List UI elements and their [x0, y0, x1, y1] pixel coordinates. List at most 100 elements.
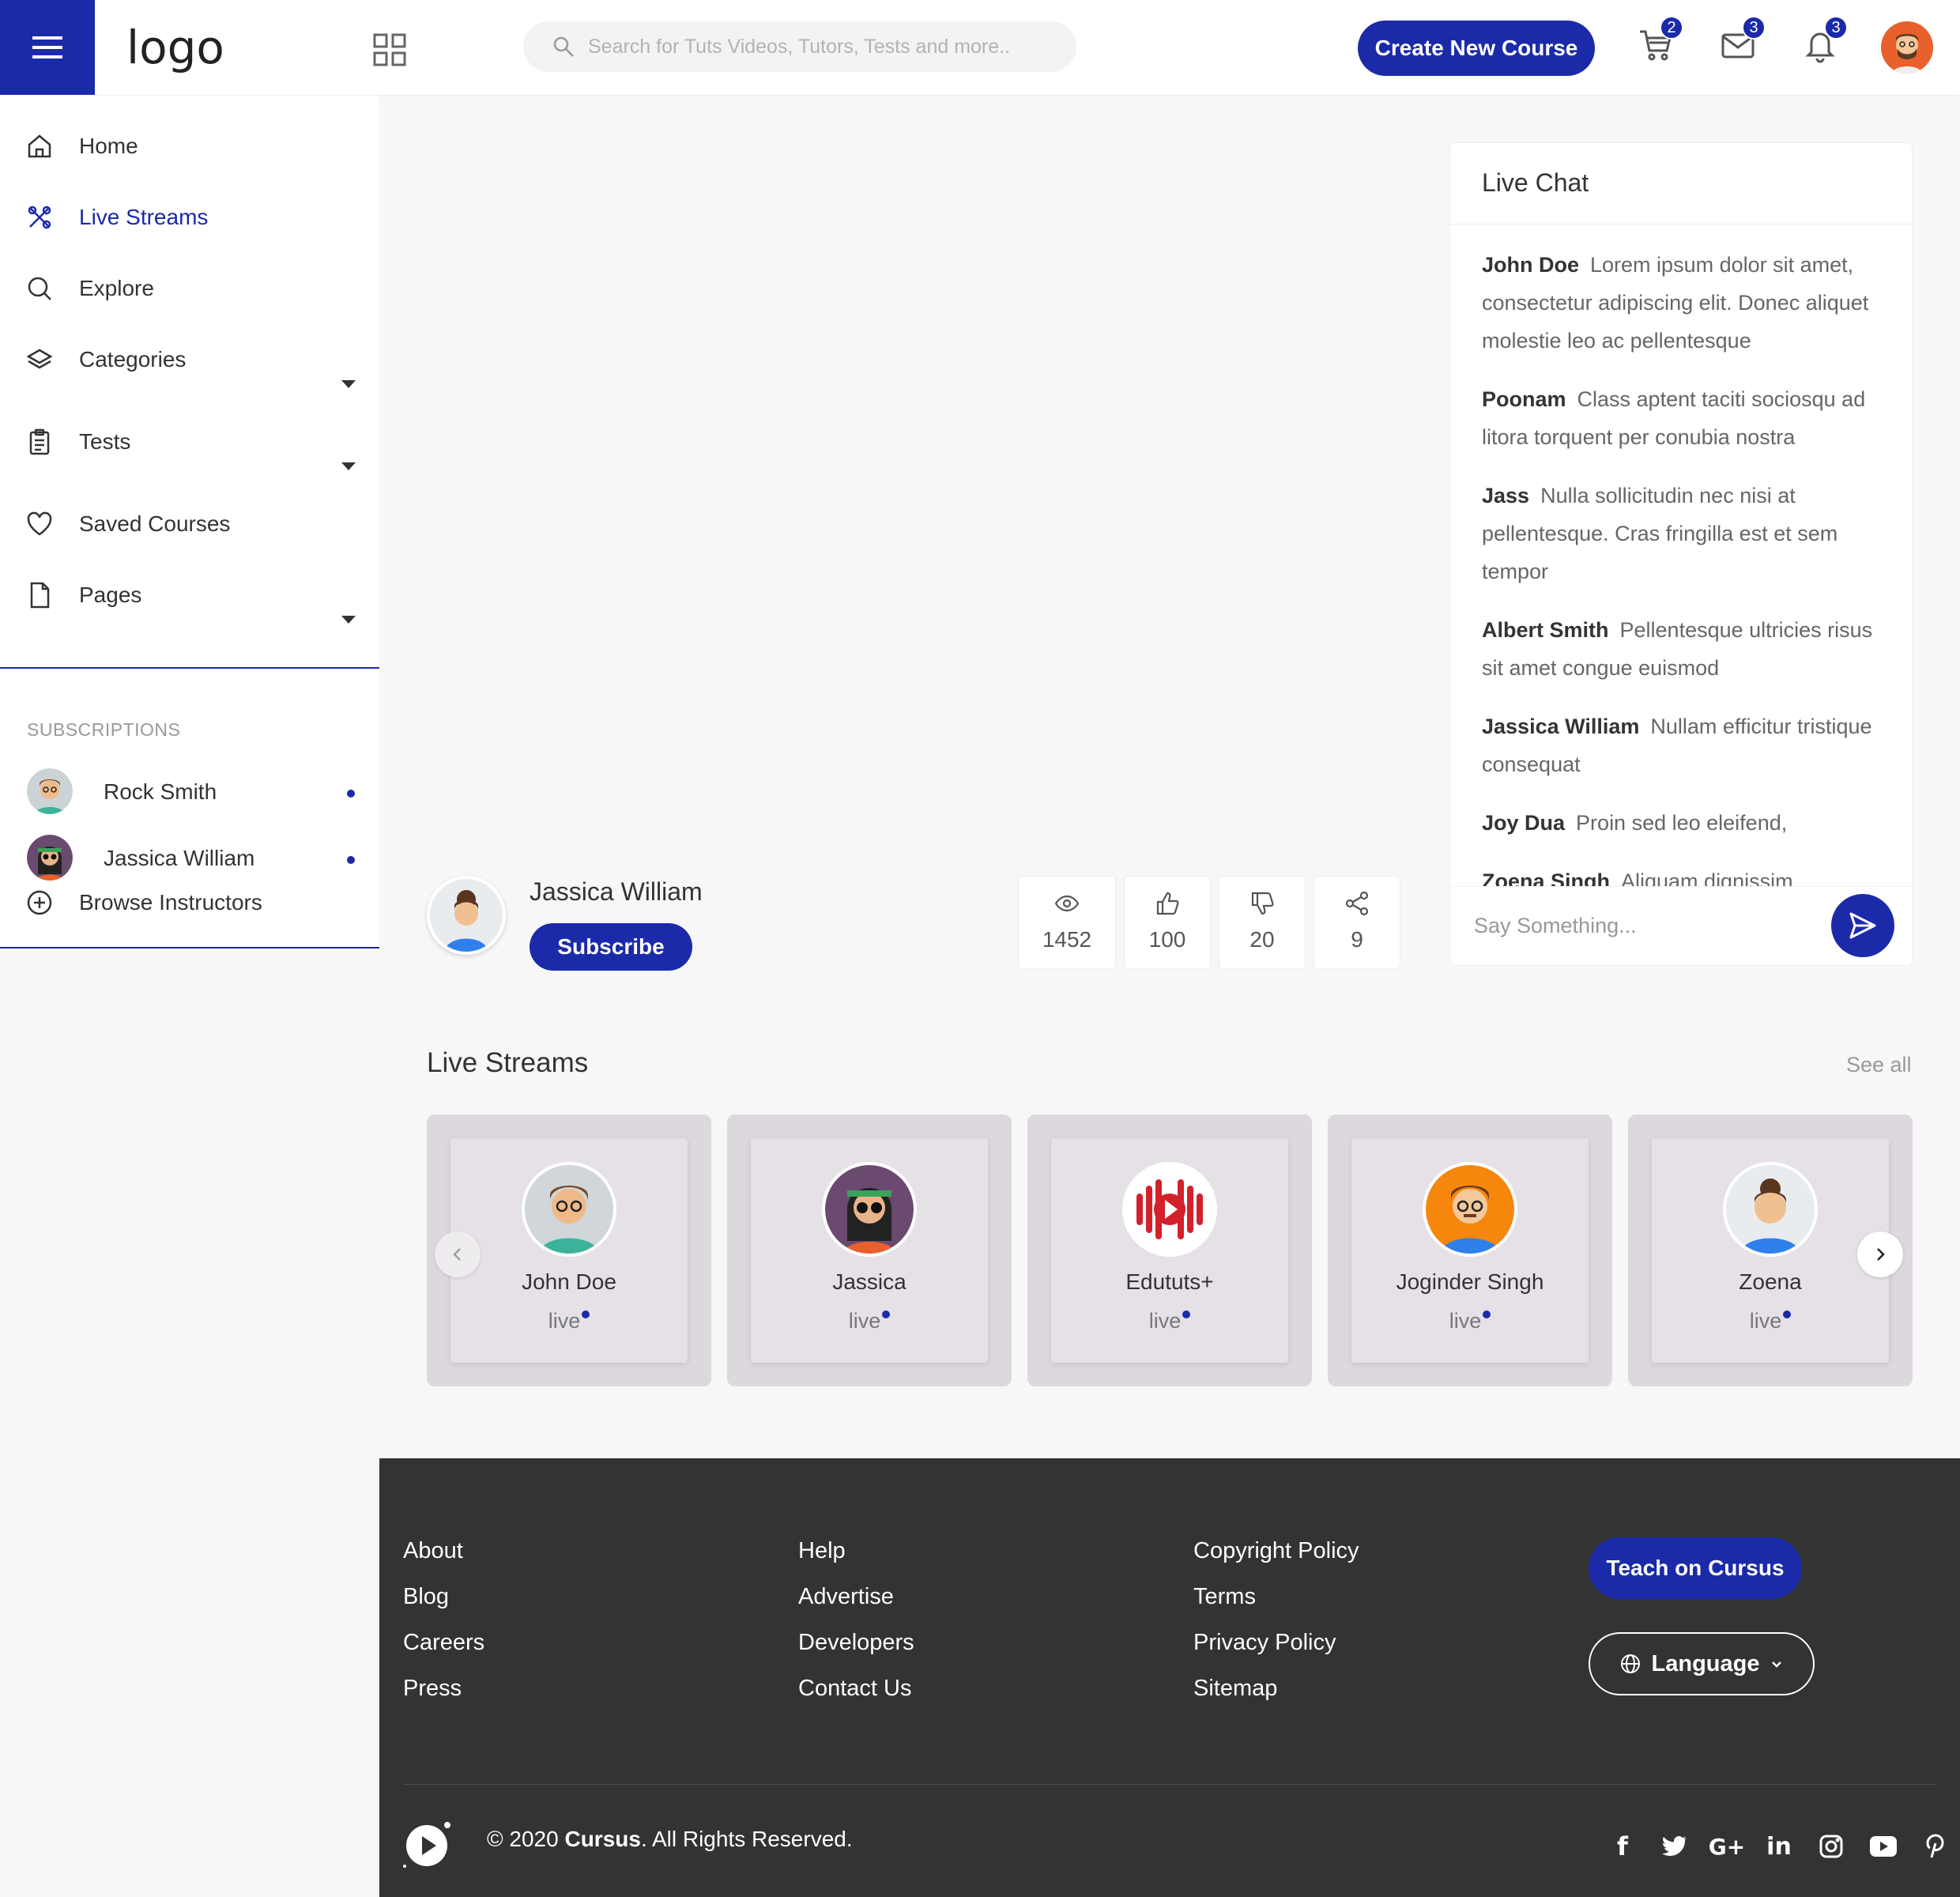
chat-user: John Doe — [1482, 253, 1580, 277]
footer-link-sitemap[interactable]: Sitemap — [1193, 1675, 1359, 1721]
sidebar-divider — [0, 947, 379, 948]
chat-message: Zoena Singh Aliquam dignissim — [1482, 862, 1893, 886]
sidebar-item-live-streams[interactable]: Live Streams — [0, 194, 379, 241]
card-body: Edututs+ live — [1051, 1138, 1288, 1363]
sidebar-item-tests[interactable]: Tests — [0, 418, 379, 470]
cursus-logo-icon[interactable] — [403, 1819, 454, 1869]
chat-user: Jass — [1482, 484, 1530, 507]
plus-circle-icon — [27, 890, 52, 915]
sidebar-item-saved-courses[interactable]: Saved Courses — [0, 500, 379, 548]
subscription-item[interactable]: Rock Smith — [0, 768, 379, 816]
live-dot — [1483, 1311, 1491, 1318]
apps-grid-icon[interactable] — [373, 33, 406, 70]
like-button[interactable]: 100 — [1124, 876, 1211, 969]
footer-link-help[interactable]: Help — [798, 1537, 914, 1583]
youtube-icon[interactable] — [1857, 1830, 1909, 1863]
streamer-avatar[interactable] — [427, 876, 506, 955]
carousel-next-button[interactable] — [1857, 1231, 1903, 1277]
messages-count-badge: 3 — [1742, 16, 1766, 40]
live-status: live — [1351, 1309, 1589, 1333]
footer-link-careers[interactable]: Careers — [403, 1629, 484, 1675]
sidebar-item-explore[interactable]: Explore — [0, 265, 379, 312]
pinterest-icon[interactable] — [1909, 1830, 1960, 1863]
chat-user: Albert Smith — [1482, 618, 1609, 642]
copyright-text: © 2020 Cursus. All Rights Reserved. — [487, 1827, 853, 1852]
subscription-item[interactable]: Jassica William — [0, 835, 379, 882]
chevron-down-icon[interactable] — [341, 616, 356, 624]
linkedin-icon[interactable]: in — [1753, 1830, 1805, 1863]
chevron-down-icon[interactable] — [341, 380, 356, 388]
chat-user: Poonam — [1482, 387, 1566, 411]
facebook-icon[interactable]: f — [1596, 1830, 1649, 1863]
card-name: Jassica — [832, 1269, 906, 1294]
card-name: Joginder Singh — [1396, 1269, 1544, 1294]
sidebar: Home Live Streams Explore Categories Tes… — [0, 95, 379, 948]
live-stream-card[interactable]: Jassica live — [727, 1114, 1012, 1386]
carousel-prev-button[interactable] — [435, 1231, 481, 1277]
sidebar-item-home[interactable]: Home — [0, 123, 379, 170]
subscribe-button[interactable]: Subscribe — [530, 923, 692, 971]
subscription-name: Jassica William — [104, 846, 255, 870]
card-name: Zoena — [1739, 1269, 1802, 1294]
footer-link-contact[interactable]: Contact Us — [798, 1675, 914, 1721]
chat-message: Albert Smith Pellentesque ultricies risus… — [1482, 611, 1893, 687]
dislike-button[interactable]: 20 — [1219, 876, 1306, 969]
footer-column: About Blog Careers Press — [403, 1537, 484, 1721]
home-icon — [28, 134, 51, 158]
google-plus-icon[interactable]: G+ — [1701, 1830, 1753, 1863]
live-status: live — [751, 1309, 988, 1333]
views-stat: 1452 — [1018, 876, 1116, 969]
chevron-down-icon — [1772, 1661, 1782, 1668]
footer-link-developers[interactable]: Developers — [798, 1629, 914, 1675]
subscription-name: Rock Smith — [104, 779, 217, 804]
see-all-link[interactable]: See all — [1846, 1053, 1912, 1077]
footer-link-privacy[interactable]: Privacy Policy — [1193, 1629, 1359, 1675]
chevron-left-icon — [453, 1248, 461, 1261]
search-input[interactable] — [588, 35, 1046, 58]
sidebar-item-categories[interactable]: Categories — [0, 336, 379, 388]
sidebar-item-pages[interactable]: Pages — [0, 571, 379, 624]
chat-text: Nulla sollicitudin nec nisi at pellentes… — [1482, 484, 1838, 583]
live-status-text: live — [548, 1309, 581, 1333]
chat-text: Proin sed leo eleifend, — [1576, 811, 1788, 835]
menu-toggle-button[interactable] — [0, 0, 95, 95]
notifications-button[interactable]: 3 — [1802, 16, 1848, 68]
live-chat-panel: Live Chat John Doe Lorem ipsum dolor sit … — [1449, 142, 1913, 966]
footer-link-about[interactable]: About — [403, 1537, 484, 1583]
send-message-button[interactable] — [1831, 894, 1894, 957]
messages-button[interactable]: 3 — [1720, 16, 1766, 68]
chat-messages[interactable]: John Doe Lorem ipsum dolor sit amet, cons… — [1482, 246, 1893, 886]
browse-instructors-link[interactable]: Browse Instructors — [0, 879, 379, 926]
sidebar-item-label: Live Streams — [79, 205, 209, 229]
language-selector[interactable]: Language — [1589, 1632, 1815, 1695]
live-stream-card[interactable]: Edututs+ live — [1027, 1114, 1312, 1386]
send-icon — [1849, 912, 1876, 939]
copyright-brand[interactable]: Cursus — [564, 1827, 640, 1851]
twitter-icon[interactable] — [1649, 1830, 1701, 1863]
chat-message: John Doe Lorem ipsum dolor sit amet, cons… — [1482, 246, 1893, 360]
share-button[interactable]: 9 — [1314, 876, 1400, 969]
clipboard-icon — [29, 428, 50, 455]
chat-input[interactable] — [1474, 914, 1822, 938]
instagram-icon[interactable] — [1805, 1830, 1857, 1863]
footer-link-advertise[interactable]: Advertise — [798, 1583, 914, 1629]
create-new-course-button[interactable]: Create New Course — [1358, 21, 1595, 76]
footer-link-terms[interactable]: Terms — [1193, 1583, 1359, 1629]
eye-icon — [1054, 895, 1080, 912]
cart-button[interactable]: 2 — [1638, 16, 1683, 68]
footer: About Blog Careers Press Help Advertise … — [379, 1458, 1960, 1897]
search-icon — [28, 277, 51, 300]
logo[interactable]: logo — [126, 21, 224, 74]
teach-on-cursus-button[interactable]: Teach on Cursus — [1589, 1537, 1802, 1599]
live-stream-card[interactable]: Joginder Singh live — [1328, 1114, 1612, 1386]
footer-link-blog[interactable]: Blog — [403, 1583, 484, 1629]
user-avatar[interactable] — [1881, 21, 1933, 74]
chevron-right-icon — [1877, 1248, 1885, 1261]
streamer-name[interactable]: Jassica William — [530, 877, 703, 907]
footer-link-copyright-policy[interactable]: Copyright Policy — [1193, 1537, 1359, 1583]
footer-column: Help Advertise Developers Contact Us — [798, 1537, 914, 1721]
footer-link-press[interactable]: Press — [403, 1675, 484, 1721]
chevron-down-icon[interactable] — [341, 462, 356, 470]
top-header: logo Create New Course 2 3 3 — [0, 0, 1960, 95]
sidebar-item-label: Categories — [79, 347, 187, 371]
